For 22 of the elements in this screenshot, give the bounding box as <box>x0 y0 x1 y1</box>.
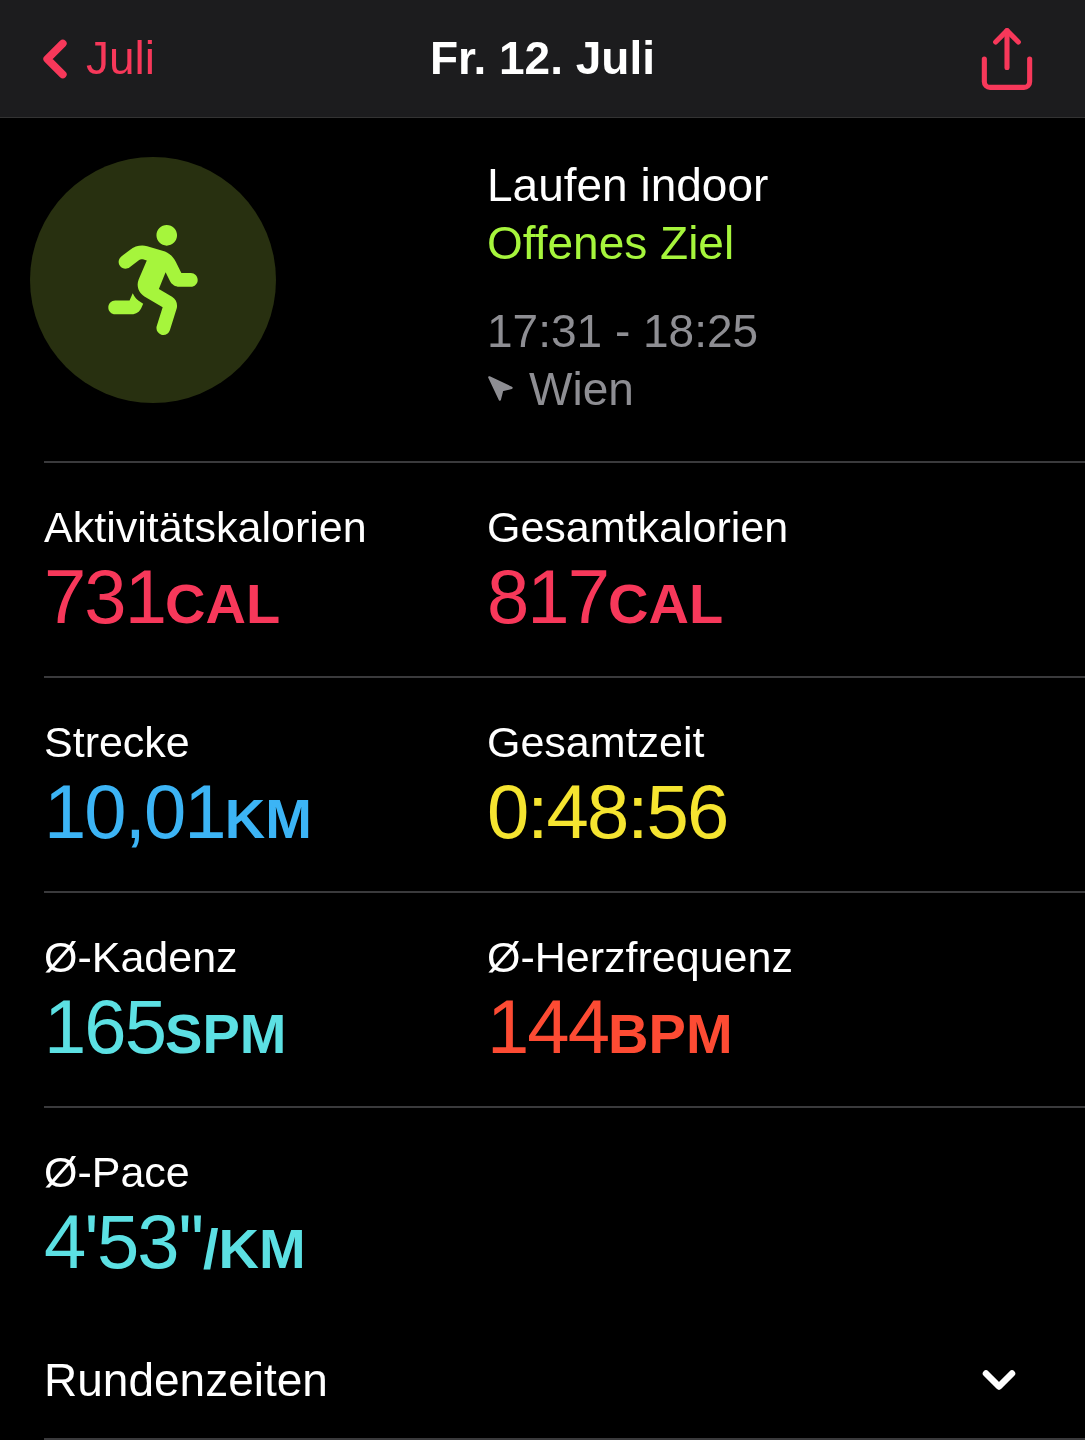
metric-label: Strecke <box>44 717 190 768</box>
workout-goal: Offenes Ziel <box>487 216 735 271</box>
metric-label: Ø-Kadenz <box>44 932 238 983</box>
metric-value: 165SPM <box>44 985 287 1071</box>
metric-label: Gesamtzeit <box>487 717 705 768</box>
laps-row[interactable]: Rundenzeiten <box>44 1322 1085 1440</box>
metric-value: 144BPM <box>487 985 733 1071</box>
metric-label: Ø-Herzfrequenz <box>487 932 793 983</box>
metric-value: 10,01KM <box>44 770 312 856</box>
workout-name: Laufen indoor <box>487 158 769 213</box>
metric-label: Ø-Pace <box>44 1147 190 1198</box>
metric-label: Gesamtkalorien <box>487 502 789 553</box>
workout-time: 17:31 - 18:25 <box>487 304 759 359</box>
workout-location: Wien <box>529 362 634 417</box>
metric-value: 4'53''/KM <box>44 1200 306 1286</box>
metric-value: 817CAL <box>487 555 724 641</box>
back-button[interactable]: Juli <box>24 24 156 93</box>
location-arrow-icon <box>487 375 515 403</box>
metric-value: 731CAL <box>44 555 281 641</box>
metric-label: Aktivitätskalorien <box>44 502 367 553</box>
nav-title: Fr. 12. Juli <box>430 31 655 86</box>
metric-value: 0:48:56 <box>487 770 728 854</box>
